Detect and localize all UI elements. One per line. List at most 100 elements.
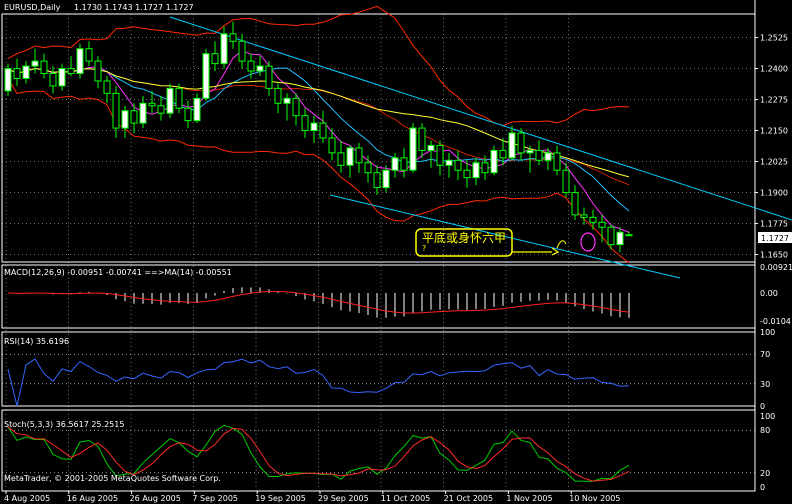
candle-body [166,87,174,114]
candle-body [544,152,552,161]
stochastic-panel[interactable] [2,424,755,482]
candle [256,56,264,76]
macd-title: MACD(12,26,9) -0.00951 -0.00741 ==>MA(14… [4,268,232,277]
candle-body [247,60,255,72]
candle [580,207,588,225]
candle-body [535,149,543,161]
copyright-text: MetaTrader, © 2001-2005 MetaQuotes Softw… [4,474,221,483]
candle-body [481,162,489,174]
candle [427,140,435,168]
candle [112,85,120,138]
candle-body [175,87,183,109]
candle [553,145,561,176]
candle-body [85,48,93,62]
candle [319,110,327,143]
candle-body [445,159,453,166]
candle-body [373,172,381,189]
candle-body [76,48,84,75]
candle [292,93,300,126]
rsi-axis-label: 70 [760,350,770,359]
candle-body [238,40,246,62]
time-tick-label: 10 Nov 2005 [569,494,620,503]
candle-body [508,132,516,159]
candle [94,56,102,89]
candle [22,61,30,84]
candle [571,185,579,220]
macd-axis-label: -0.0104 [760,317,791,326]
chart-window[interactable]: 平底或身怀六甲 ? EURUSD,Daily 1.1730 1.1743 1.1… [0,0,792,504]
candle [346,145,354,178]
candle-body [256,65,264,72]
rsi-axis-label: 0 [760,402,765,411]
candle-body [328,137,336,154]
stoch-axis-label: 0 [760,483,765,492]
candle-body [40,60,48,75]
candle [13,58,21,86]
candle-body [31,60,39,67]
time-axis: 4 Aug 2005 16 Aug 2005 26 Aug 2005 7 Sep 20… [4,491,620,503]
stochastic-axis: 100 80 20 0 [760,412,775,492]
stoch-axis-label: 80 [760,426,770,435]
candle [76,43,84,79]
rsi-panel[interactable] [2,353,755,407]
candle [40,53,48,79]
candle [67,56,75,76]
candle-body [157,105,165,114]
candle [616,227,624,253]
candle [139,95,147,129]
rsi-axis-label: 30 [760,380,770,389]
annotation-mark: ? [422,244,426,253]
candle-body [202,53,210,99]
candle-body [301,115,309,132]
time-tick-label: 1 Nov 2005 [506,494,552,503]
candle [202,48,210,101]
candle [265,61,273,96]
candle-body [490,149,498,174]
rsi-axis: 100 70 30 0 [760,328,775,411]
candle-body [472,162,480,179]
candle [625,231,633,237]
candle [328,128,336,161]
candle-body [418,127,426,151]
candle [193,93,201,124]
candle-body [625,234,633,237]
candle-body [589,216,597,223]
candle [166,83,174,119]
candle [454,150,462,181]
candle-body [319,122,327,139]
candle-body [220,33,228,65]
candle-body [121,110,129,129]
candle [103,76,111,104]
candle [301,108,309,138]
stoch-axis-label: 100 [760,412,775,421]
candle-body [562,169,570,194]
candle-body [292,97,300,117]
candle-body [580,214,588,218]
time-tick-label: 16 Aug 2005 [67,494,118,503]
time-tick-label: 26 Aug 2005 [130,494,181,503]
candle-body [283,97,291,104]
candle-body [310,122,318,132]
time-tick-label: 29 Sep 2005 [318,494,369,503]
candle-body [355,147,363,164]
candle-body [571,192,579,216]
annotation-text: 平底或身怀六甲 [422,230,506,245]
macd-axis-label: 0.00921 [760,263,792,272]
candle-body [139,102,147,124]
candle [49,66,57,94]
candle [400,147,408,178]
candle [283,93,291,121]
price-axis: 1.2525 1.2400 1.2275 1.2150 1.2025 1.1900 1.17… [755,34,788,260]
candle [382,165,390,193]
candle [409,123,417,173]
candle-body [58,68,66,87]
candle-body [265,65,273,89]
candle-body [454,159,462,171]
time-tick-label: 19 Sep 2005 [255,494,306,503]
panel-frames [1,0,756,492]
candle [175,83,183,114]
candle-body [13,68,21,79]
candle-body [607,226,615,246]
stoch-title: Stoch(5,3,3) 36.5617 25.2515 [4,420,124,429]
candle [211,41,219,72]
